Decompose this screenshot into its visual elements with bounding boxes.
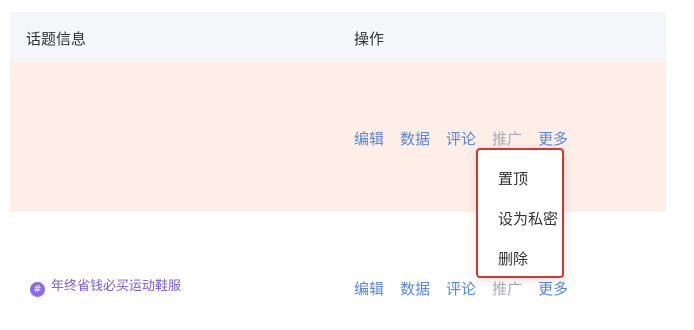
more-button[interactable]: 更多 [538,278,568,299]
comment-button[interactable]: 评论 [446,128,476,149]
topics-table: 话题信息 操作 编辑 数据 评论 推广 更多 # 年终省钱必买运动鞋服 编辑 数据 评论 推广更… [10,12,666,330]
edit-button[interactable]: 编辑 [354,128,384,149]
table-row: # 年终省钱必买运动鞋服 编辑 数据 评论 推广 更多 [10,212,666,330]
more-button[interactable]: 更多 [538,128,568,149]
comment-button[interactable]: 评论 [446,278,476,299]
more-actions-menu: 置顶 设为私密 删除 [476,148,564,278]
topic-title: 年终省钱必买运动鞋服 [51,279,182,294]
menu-item-delete[interactable]: 删除 [498,248,528,269]
data-button[interactable]: 数据 [400,278,430,299]
header-actions: 操作 [354,30,385,48]
table-header: 话题信息 操作 [10,12,666,62]
row-actions: 编辑 数据 评论 推广 更多 [354,128,584,149]
edit-button[interactable]: 编辑 [354,278,384,299]
promote-button[interactable]: 推广 [492,128,522,149]
data-button[interactable]: 数据 [400,128,430,149]
hash-icon: # [30,282,45,297]
row-actions: 编辑 数据 评论 推广 更多 [354,278,584,299]
menu-item-set-private[interactable]: 设为私密 [498,208,558,229]
promote-button[interactable]: 推广 [492,278,522,299]
menu-item-pin[interactable]: 置顶 [498,168,528,189]
table-row: 编辑 数据 评论 推广 更多 [10,62,666,212]
header-topic-info: 话题信息 [26,30,87,48]
topic-link[interactable]: # 年终省钱必买运动鞋服 [30,275,181,297]
